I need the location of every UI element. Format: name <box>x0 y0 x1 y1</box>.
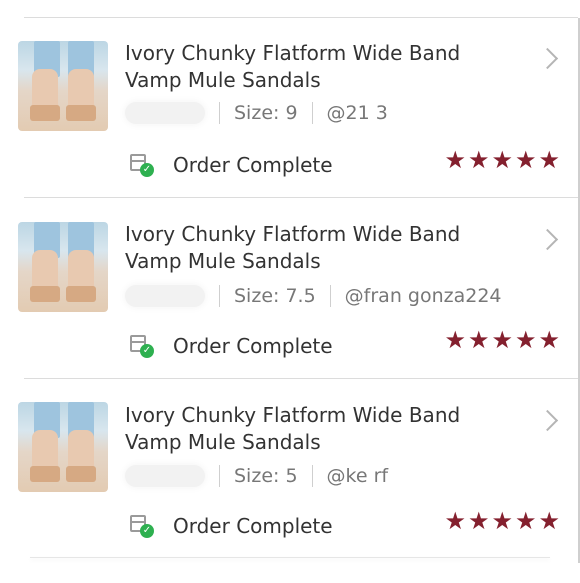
list-bottom-edge <box>30 557 550 558</box>
star-icon: ★ <box>538 146 560 174</box>
rating-stars: ★ ★ ★ ★ ★ <box>444 148 561 172</box>
size-label: Size: 7.5 <box>234 285 316 307</box>
redacted-price <box>125 285 205 307</box>
star-icon: ★ <box>514 146 537 174</box>
divider <box>24 17 578 18</box>
star-icon: ★ <box>444 326 466 354</box>
status-label: Order Complete <box>173 153 333 177</box>
order-meta: Size: 9 @21 3 <box>125 102 388 124</box>
divider <box>24 197 578 198</box>
star-icon: ★ <box>538 507 560 535</box>
meta-separator <box>219 102 220 124</box>
order-status: ✓ Order Complete <box>130 514 333 538</box>
meta-separator <box>219 285 220 307</box>
chevron-right-icon[interactable] <box>536 228 559 251</box>
star-icon: ★ <box>467 507 490 535</box>
order-meta: Size: 5 @ke rf <box>125 465 388 487</box>
product-title[interactable]: Ivory Chunky Flatform Wide Band Vamp Mul… <box>125 221 505 275</box>
rating-stars: ★ ★ ★ ★ ★ <box>444 328 561 352</box>
star-icon: ★ <box>491 146 513 174</box>
order-status: ✓ Order Complete <box>130 334 333 358</box>
box-check-icon: ✓ <box>130 515 154 538</box>
product-thumbnail[interactable] <box>18 41 108 131</box>
seller-username[interactable]: @ke rf <box>327 465 389 487</box>
star-icon: ★ <box>514 326 537 354</box>
box-check-icon: ✓ <box>130 335 154 358</box>
divider <box>24 378 578 379</box>
order-meta: Size: 7.5 @fran gonza224 <box>125 285 502 307</box>
chevron-right-icon[interactable] <box>536 47 559 70</box>
size-label: Size: 5 <box>234 465 298 487</box>
product-thumbnail[interactable] <box>18 402 108 492</box>
star-icon: ★ <box>538 326 560 354</box>
star-icon: ★ <box>444 146 466 174</box>
star-icon: ★ <box>514 507 537 535</box>
meta-separator <box>329 285 331 307</box>
meta-separator <box>219 465 220 487</box>
status-label: Order Complete <box>173 334 333 358</box>
status-label: Order Complete <box>173 514 333 538</box>
meta-separator <box>311 465 313 487</box>
product-thumbnail[interactable] <box>18 222 108 312</box>
order-card-2[interactable]: Ivory Chunky Flatform Wide Band Vamp Mul… <box>0 221 580 402</box>
seller-username[interactable]: @fran gonza224 <box>345 285 502 307</box>
redacted-price <box>125 102 205 124</box>
star-icon: ★ <box>467 326 490 354</box>
size-label: Size: 9 <box>234 102 298 124</box>
star-icon: ★ <box>491 326 513 354</box>
chevron-right-icon[interactable] <box>536 409 559 432</box>
product-title[interactable]: Ivory Chunky Flatform Wide Band Vamp Mul… <box>125 402 505 456</box>
product-title[interactable]: Ivory Chunky Flatform Wide Band Vamp Mul… <box>125 40 505 94</box>
star-icon: ★ <box>467 146 490 174</box>
box-check-icon: ✓ <box>130 154 154 177</box>
star-icon: ★ <box>491 507 513 535</box>
meta-separator <box>311 102 313 124</box>
order-status: ✓ Order Complete <box>130 153 333 177</box>
order-card-3[interactable]: Ivory Chunky Flatform Wide Band Vamp Mul… <box>0 402 580 583</box>
order-card-1[interactable]: Ivory Chunky Flatform Wide Band Vamp Mul… <box>0 40 580 221</box>
seller-username[interactable]: @21 3 <box>327 102 388 124</box>
star-icon: ★ <box>444 507 466 535</box>
rating-stars: ★ ★ ★ ★ ★ <box>444 509 561 533</box>
redacted-price <box>125 465 205 487</box>
